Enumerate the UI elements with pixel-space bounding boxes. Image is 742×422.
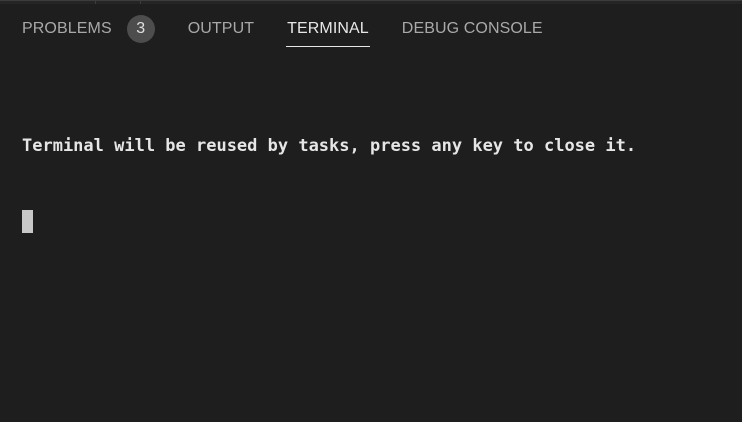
tab-debug-console[interactable]: DEBUG CONSOLE	[402, 1, 543, 57]
problems-count-badge: 3	[126, 15, 155, 43]
panel-tab-bar: PROBLEMS 3 OUTPUT TERMINAL DEBUG CONSOLE	[0, 1, 742, 57]
terminal-line: Terminal will be reused by tasks, press …	[22, 136, 637, 156]
terminal-output[interactable]: Terminal will be reused by tasks, press …	[22, 81, 742, 285]
tab-output-label: OUTPUT	[187, 20, 255, 37]
tab-output[interactable]: OUTPUT	[188, 1, 254, 57]
bottom-panel: PROBLEMS 3 OUTPUT TERMINAL DEBUG CONSOLE…	[0, 0, 742, 422]
terminal-cursor	[22, 210, 33, 233]
tab-problems[interactable]: PROBLEMS 3	[22, 1, 155, 57]
tab-terminal[interactable]: TERMINAL	[286, 1, 370, 57]
tab-debug-console-label: DEBUG CONSOLE	[401, 20, 543, 37]
tab-terminal-label: TERMINAL	[287, 20, 369, 37]
tab-problems-label: PROBLEMS	[22, 20, 112, 37]
